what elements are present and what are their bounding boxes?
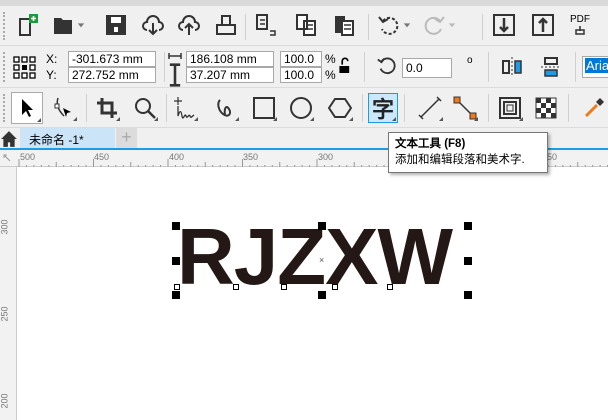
percent-label: % bbox=[325, 52, 336, 66]
rectangle-tool[interactable] bbox=[250, 94, 278, 122]
add-tab-button[interactable]: + bbox=[116, 128, 137, 148]
dimension-tool[interactable] bbox=[416, 94, 444, 122]
width-icon bbox=[168, 49, 182, 63]
node-handle[interactable] bbox=[233, 284, 239, 290]
property-bar: X: Y: -301.673 mm 272.752 mm 186.108 mm … bbox=[0, 46, 608, 88]
y-label: Y: bbox=[46, 68, 57, 82]
degree-label: o bbox=[467, 55, 473, 66]
artistic-media-tool[interactable] bbox=[212, 94, 240, 122]
ruler-label: 250 bbox=[0, 306, 10, 322]
tab-document[interactable]: 未命名 -1* bbox=[20, 128, 115, 148]
scale-x-input[interactable]: 100.0 bbox=[280, 51, 322, 67]
y-position-input[interactable]: 272.752 mm bbox=[68, 67, 156, 83]
font-name: Arial bbox=[585, 58, 608, 73]
drawing-canvas[interactable]: RJZXW × bbox=[17, 167, 608, 420]
redo-dropdown-icon[interactable] bbox=[445, 11, 459, 39]
center-marker-icon: × bbox=[319, 255, 325, 265]
toolbox-grip[interactable] bbox=[3, 94, 6, 122]
selection-handle[interactable] bbox=[172, 257, 180, 265]
cloud-download-icon[interactable] bbox=[139, 11, 167, 39]
shape-tool[interactable] bbox=[50, 94, 78, 122]
ruler-label: 200 bbox=[0, 393, 10, 409]
font-list-select[interactable]: Arial bbox=[582, 56, 608, 78]
text-tool-icon: 字 bbox=[371, 98, 394, 123]
ruler-label: 400 bbox=[169, 152, 185, 162]
text-tool[interactable]: 字 bbox=[368, 93, 398, 123]
tooltip-title: 文本工具 (F8) bbox=[395, 138, 466, 150]
freehand-tool[interactable] bbox=[171, 94, 199, 122]
selection-handle[interactable] bbox=[172, 222, 180, 230]
ellipse-tool[interactable] bbox=[287, 94, 315, 122]
rotate-icon bbox=[376, 54, 398, 76]
tooltip-description: 添加和编辑段落和美术字. bbox=[395, 154, 525, 166]
print-icon[interactable] bbox=[212, 11, 240, 39]
selection-handle[interactable] bbox=[172, 291, 180, 299]
ruler-label: 500 bbox=[20, 152, 36, 162]
export-icon[interactable] bbox=[529, 11, 557, 39]
selection-handle[interactable] bbox=[464, 257, 472, 265]
scale-y-input[interactable]: 100.0 bbox=[280, 67, 322, 83]
ruler-label: 450 bbox=[94, 152, 110, 162]
selection-handle[interactable] bbox=[318, 291, 326, 299]
mirror-vertical-icon[interactable] bbox=[537, 53, 565, 81]
x-position-input[interactable]: -301.673 mm bbox=[68, 51, 156, 67]
mirror-horizontal-icon[interactable] bbox=[498, 53, 526, 81]
selection-handle[interactable] bbox=[464, 222, 472, 230]
ruler-label: 350 bbox=[243, 152, 259, 162]
selection-handle[interactable] bbox=[318, 222, 326, 230]
new-document-icon[interactable] bbox=[14, 11, 42, 39]
node-handle[interactable] bbox=[174, 284, 180, 290]
vertical-ruler[interactable]: 300 250 200 bbox=[0, 167, 17, 420]
import-icon[interactable] bbox=[490, 11, 518, 39]
pdf-label: PDF bbox=[570, 14, 590, 25]
rotation-input[interactable]: 0.0 bbox=[402, 58, 452, 78]
ruler-label: 300 bbox=[318, 152, 334, 162]
node-handle[interactable] bbox=[387, 284, 393, 290]
node-handle[interactable] bbox=[332, 284, 338, 290]
ruler-label: 50 bbox=[547, 152, 558, 162]
x-label: X: bbox=[46, 52, 58, 66]
crop-tool[interactable] bbox=[93, 94, 121, 122]
standard-toolbar: PDF bbox=[0, 6, 608, 46]
tooltip: 文本工具 (F8) 添加和编辑段落和美术字. bbox=[388, 132, 548, 173]
tab-label: 未命名 -1* bbox=[29, 133, 84, 147]
pick-tool[interactable] bbox=[11, 92, 43, 124]
percent-label: % bbox=[325, 68, 336, 82]
undo-dropdown-icon[interactable] bbox=[400, 11, 414, 39]
node-handle[interactable] bbox=[281, 284, 287, 290]
transparency-tool[interactable] bbox=[532, 94, 560, 122]
lock-ratio-icon[interactable] bbox=[338, 57, 352, 73]
toolbox: 字 bbox=[0, 88, 608, 128]
eyedropper-tool[interactable] bbox=[580, 94, 608, 122]
height-input[interactable]: 37.207 mm bbox=[186, 67, 274, 83]
toolbar-grip[interactable] bbox=[3, 52, 6, 82]
selection-handle[interactable] bbox=[464, 291, 472, 299]
ruler-label: 300 bbox=[0, 219, 10, 235]
connector-tool[interactable] bbox=[451, 94, 479, 122]
copy-properties-icon[interactable] bbox=[252, 11, 280, 39]
artistic-text-object[interactable]: RJZXW bbox=[177, 217, 453, 297]
zoom-tool[interactable] bbox=[131, 94, 159, 122]
copy-icon[interactable] bbox=[292, 11, 320, 39]
undo-icon[interactable] bbox=[375, 11, 403, 39]
publish-pdf-button[interactable]: PDF bbox=[566, 11, 594, 39]
toolbar-grip[interactable] bbox=[3, 12, 6, 40]
contour-tool[interactable] bbox=[496, 94, 524, 122]
polygon-tool[interactable] bbox=[326, 94, 354, 122]
width-input[interactable]: 186.108 mm bbox=[186, 51, 274, 67]
height-icon bbox=[168, 63, 182, 87]
paste-icon[interactable] bbox=[330, 11, 358, 39]
save-icon[interactable] bbox=[102, 11, 130, 39]
reference-point-icon[interactable] bbox=[10, 53, 38, 81]
open-dropdown-icon[interactable] bbox=[74, 11, 88, 39]
home-icon[interactable] bbox=[0, 130, 18, 148]
cloud-upload-icon[interactable] bbox=[175, 11, 203, 39]
redo-icon[interactable] bbox=[420, 11, 448, 39]
